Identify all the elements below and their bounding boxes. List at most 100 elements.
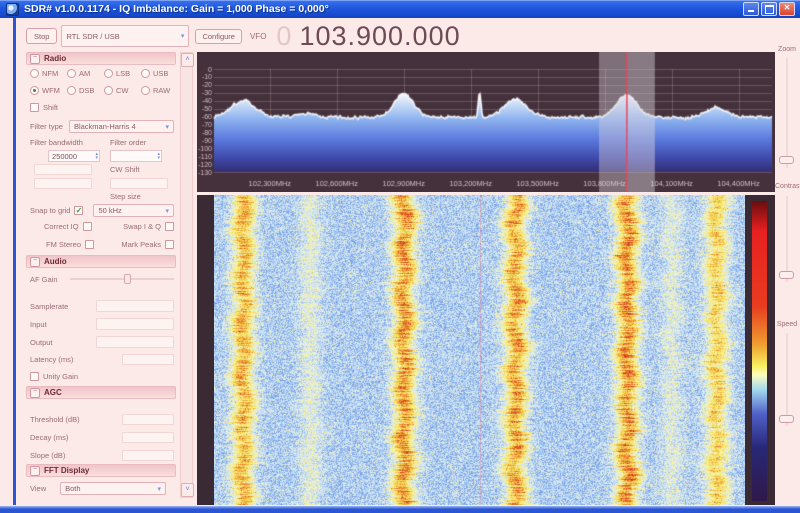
output-select[interactable] <box>96 336 174 348</box>
window-bottom-border <box>0 506 800 513</box>
zoom-slider[interactable] <box>779 156 794 164</box>
decay-input[interactable] <box>122 432 174 443</box>
filter-type-select[interactable]: Blackman-Harris 4 ▾ <box>69 120 174 133</box>
left-extra-input[interactable] <box>34 178 92 189</box>
radio-dot <box>30 69 39 78</box>
source-select[interactable]: RTL SDR / USB ▾ <box>61 25 189 47</box>
collapse-icon[interactable]: − <box>30 388 40 398</box>
contrast-slider[interactable] <box>779 271 794 279</box>
latency-row: Latency (ms) <box>30 354 174 365</box>
collapse-icon[interactable]: − <box>30 466 40 476</box>
view-select[interactable]: Both ▾ <box>60 482 166 495</box>
mark-peaks-checkbox[interactable] <box>165 240 174 249</box>
chevron-down-icon: ▾ <box>165 207 169 215</box>
speed-slider[interactable] <box>779 415 794 423</box>
slider-thumb[interactable] <box>124 274 131 284</box>
shift-value-input[interactable] <box>34 164 92 175</box>
spectrum-panel <box>197 52 775 192</box>
filter-order-label: Filter order <box>110 138 146 147</box>
mode-raw[interactable]: RAW <box>141 86 178 95</box>
contrast-slider-track <box>786 196 788 282</box>
step-size-select[interactable]: 50 kHz ▾ <box>93 204 174 217</box>
radio-dot <box>104 86 113 95</box>
scroll-down-icon[interactable]: ˅ <box>181 483 194 497</box>
input-select[interactable] <box>96 318 174 330</box>
radio-dot <box>141 69 150 78</box>
zoom-slider-label: Zoom <box>775 46 799 53</box>
configure-button[interactable]: Configure <box>195 29 242 44</box>
shift-checkbox[interactable]: Shift <box>30 103 58 112</box>
window-title: SDR# v1.0.0.1174 - IQ Imbalance: Gain = … <box>24 3 329 15</box>
samplerate-select[interactable] <box>96 300 174 312</box>
audio-section-header[interactable]: − Audio <box>26 255 176 268</box>
radio-dot <box>67 86 76 95</box>
title-bar[interactable]: SDR# v1.0.0.1174 - IQ Imbalance: Gain = … <box>0 0 800 18</box>
spinner-arrows-icon[interactable]: ▴▾ <box>95 152 98 160</box>
chevron-down-icon: ▾ <box>165 123 169 131</box>
mode-dsb[interactable]: DSB <box>67 86 104 95</box>
fft-display-section-header[interactable]: − FFT Display <box>26 464 176 477</box>
mode-lsb[interactable]: LSB <box>104 69 141 78</box>
cw-shift-input[interactable] <box>110 178 168 189</box>
mode-row-1: NFM AM LSB USB <box>30 69 178 78</box>
spinner-arrows-icon[interactable]: ▴▾ <box>157 152 160 160</box>
audio-section-title: Audio <box>44 257 67 266</box>
radio-dot <box>30 86 39 95</box>
sidebar-scrollbar[interactable]: ˄ ˅ <box>180 52 193 498</box>
filter-bandwidth-spinner[interactable]: 250000 ▴▾ <box>48 150 100 162</box>
unity-gain-row[interactable]: Unity Gain <box>30 372 78 381</box>
stereo-peaks-row: FM Stereo Mark Peaks <box>30 240 174 249</box>
radio-dot <box>104 69 113 78</box>
af-gain-slider[interactable] <box>70 274 174 284</box>
correct-swap-row: Correct IQ Swap I & Q <box>30 222 174 231</box>
fft-display-section-title: FFT Display <box>44 466 89 475</box>
threshold-input[interactable] <box>122 414 174 425</box>
latency-input[interactable] <box>122 354 174 365</box>
contrast-slider-label: Contrast <box>775 183 799 190</box>
waterfall-canvas[interactable] <box>214 195 745 505</box>
slope-input[interactable] <box>122 450 174 461</box>
cw-shift-label: CW Shift <box>110 165 140 174</box>
samplerate-row: Samplerate <box>30 300 174 312</box>
collapse-icon[interactable]: − <box>30 257 40 267</box>
step-size-label: Step size <box>110 192 141 201</box>
toolbar: Stop RTL SDR / USB ▾ Configure VFO 0 103… <box>26 24 461 48</box>
agc-section-title: AGC <box>44 388 62 397</box>
swap-iq-checkbox[interactable] <box>165 222 174 231</box>
mode-nfm[interactable]: NFM <box>30 69 67 78</box>
scroll-up-icon[interactable]: ˄ <box>181 53 194 67</box>
fm-stereo-checkbox[interactable] <box>85 240 94 249</box>
snap-step-row: Snap to grid ✓ 50 kHz ▾ <box>30 204 174 217</box>
correct-iq-checkbox[interactable] <box>83 222 92 231</box>
frequency-display[interactable]: 0 103.900.000 <box>276 23 460 50</box>
spectrum-canvas[interactable] <box>197 52 775 192</box>
radio-dot <box>141 86 150 95</box>
mode-usb[interactable]: USB <box>141 69 178 78</box>
af-gain-row: AF Gain <box>30 274 174 284</box>
decay-row: Decay (ms) <box>30 432 174 443</box>
output-row: Output <box>30 336 174 348</box>
checkbox <box>30 103 39 112</box>
view-row: View Both ▾ <box>30 482 166 495</box>
vfo-label: VFO <box>250 32 266 41</box>
agc-section-header[interactable]: − AGC <box>26 386 176 399</box>
filter-order-spinner[interactable]: ▴▾ <box>110 150 162 162</box>
radio-section-header[interactable]: − Radio <box>26 52 176 65</box>
mode-am[interactable]: AM <box>67 69 104 78</box>
filter-bandwidth-label: Filter bandwidth <box>30 138 83 147</box>
radio-dot <box>67 69 76 78</box>
frequency-dim-zero: 0 <box>276 23 292 50</box>
snap-to-grid-checkbox[interactable]: ✓ <box>74 206 83 215</box>
stop-button[interactable]: Stop <box>26 28 57 44</box>
collapse-icon[interactable]: − <box>30 54 40 64</box>
right-control-strip: Zoom Contrast Speed <box>775 0 800 513</box>
unity-gain-checkbox[interactable] <box>30 372 39 381</box>
frequency-value: 103.900.000 <box>299 23 460 50</box>
radio-section-title: Radio <box>44 54 66 63</box>
minimize-icon[interactable] <box>743 2 759 16</box>
app-icon <box>6 3 19 16</box>
speed-slider-label: Speed <box>775 321 799 328</box>
sidebar: − Radio NFM AM LSB USB WFM DSB CW RAW Sh… <box>26 52 178 502</box>
mode-cw[interactable]: CW <box>104 86 141 95</box>
mode-wfm[interactable]: WFM <box>30 86 67 95</box>
